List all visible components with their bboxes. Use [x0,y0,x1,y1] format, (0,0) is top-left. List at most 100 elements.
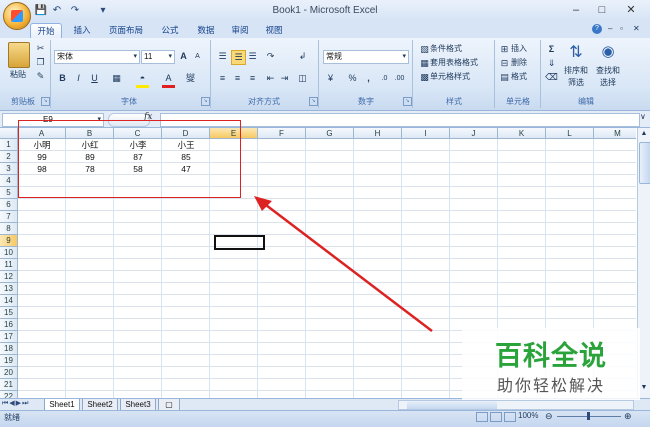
currency-icon[interactable]: ¥ [324,72,337,85]
row-header-13[interactable]: 13 [0,283,18,295]
horizontal-scrollbar[interactable] [398,400,634,410]
border-icon[interactable]: ▦ [110,72,123,85]
row-header-17[interactable]: 17 [0,331,18,343]
paste-button[interactable]: 粘贴 [4,68,32,82]
align-middle-icon[interactable]: ☰ [231,50,246,65]
row-header-16[interactable]: 16 [0,319,18,331]
cell-styles-button[interactable]: 单元格样式 [430,70,470,84]
page-layout-view-icon[interactable] [490,412,502,422]
scroll-thumb[interactable] [639,142,650,184]
shrink-font-button[interactable]: A [191,50,204,63]
number-format-select[interactable]: 常规 ▾ [323,50,409,64]
delete-cells-icon[interactable]: ⊟ [498,57,511,70]
tab-page-layout[interactable]: 页面布局 [104,23,148,38]
row-header-2[interactable]: 2 [0,151,18,163]
row-header-12[interactable]: 12 [0,271,18,283]
align-left-icon[interactable]: ≡ [216,72,229,85]
row-header-14[interactable]: 14 [0,295,18,307]
copy-icon[interactable]: ❐ [34,56,47,69]
page-break-view-icon[interactable] [504,412,516,422]
row-header-19[interactable]: 19 [0,355,18,367]
italic-button[interactable]: I [72,72,85,85]
cut-icon[interactable]: ✂ [34,42,47,55]
align-bottom-icon[interactable]: ☰ [246,50,259,63]
align-center-icon[interactable]: ≡ [231,72,244,85]
close-icon[interactable]: ✕ [620,3,642,17]
percent-button[interactable]: % [346,72,359,85]
row-header-6[interactable]: 6 [0,199,18,211]
bold-button[interactable]: B [56,72,69,85]
grow-font-button[interactable]: A [177,50,190,63]
decrease-decimal-icon[interactable]: .00 [393,72,406,85]
column-header-m[interactable]: M [594,128,636,139]
tab-data[interactable]: 数据 [192,23,220,38]
ribbon-close-icon[interactable]: ✕ [633,24,640,33]
sort-filter-button-line2[interactable]: 筛选 [560,76,592,90]
clipboard-launcher-icon[interactable]: ↘ [41,97,50,106]
office-button[interactable] [3,2,31,30]
paste-icon[interactable] [8,42,30,68]
binoculars-icon[interactable]: ◉ [598,42,618,62]
insert-cells-button[interactable]: 插入 [511,42,527,56]
maximize-icon[interactable]: □ [591,3,613,17]
row-header-22[interactable]: 22 [0,391,18,398]
format-as-table-button[interactable]: 套用表格格式 [430,56,478,70]
column-header-h[interactable]: H [354,128,402,139]
row-header-21[interactable]: 21 [0,379,18,391]
row-header-3[interactable]: 3 [0,163,18,175]
zoom-out-icon[interactable]: ⊖ [545,411,553,422]
clear-icon[interactable]: ⌫ [545,71,558,84]
column-header-f[interactable]: F [258,128,306,139]
conditional-format-button[interactable]: 条件格式 [430,42,462,56]
sort-filter-icon[interactable]: ⇅ [566,42,586,62]
row-header-4[interactable]: 4 [0,175,18,187]
font-launcher-icon[interactable]: ↘ [201,97,210,106]
insert-cells-icon[interactable]: ⊞ [498,43,511,56]
column-header-i[interactable]: I [402,128,450,139]
zoom-in-icon[interactable]: ⊕ [624,411,632,422]
underline-button[interactable]: U [88,72,101,85]
column-header-l[interactable]: L [546,128,594,139]
fill-color-icon[interactable]: ◓ [136,72,149,88]
increase-indent-icon[interactable]: ⇥ [278,72,291,85]
tab-view[interactable]: 视图 [260,23,288,38]
scroll-down-icon[interactable]: ▼ [639,384,649,394]
increase-decimal-icon[interactable]: .0 [378,72,391,85]
fill-icon[interactable]: ⇓ [545,57,558,70]
row-header-5[interactable]: 5 [0,187,18,199]
align-right-icon[interactable]: ≡ [246,72,259,85]
comma-button[interactable]: , [362,72,375,85]
column-header-g[interactable]: G [306,128,354,139]
row-header-15[interactable]: 15 [0,307,18,319]
font-color-button[interactable]: A [162,72,175,88]
format-cells-icon[interactable]: ▤ [498,71,511,84]
scroll-up-icon[interactable]: ▲ [639,130,649,140]
format-painter-icon[interactable]: ✎ [34,70,47,83]
normal-view-icon[interactable] [476,412,488,422]
number-launcher-icon[interactable]: ↘ [403,97,412,106]
row-header-10[interactable]: 10 [0,247,18,259]
sheet-nav-icons[interactable]: ⏮◀▶⏭ [2,399,29,408]
column-header-k[interactable]: K [498,128,546,139]
tab-home[interactable]: 开始 [30,23,62,39]
column-header-j[interactable]: J [450,128,498,139]
row-header-9[interactable]: 9 [0,235,18,247]
alignment-launcher-icon[interactable]: ↘ [309,97,318,106]
merge-center-icon[interactable]: ◫ [296,72,309,85]
orientation-icon[interactable]: ↷ [264,50,277,63]
tab-formulas[interactable]: 公式 [156,23,184,38]
horizontal-scroll-thumb[interactable] [407,401,497,409]
wrap-text-icon[interactable]: ↲ [296,50,309,63]
help-icon[interactable]: ? [592,24,602,34]
row-header-7[interactable]: 7 [0,211,18,223]
delete-cells-button[interactable]: 删除 [511,56,527,70]
autosum-icon[interactable]: Σ [545,43,558,56]
font-size-select[interactable]: 11 ▾ [141,50,175,64]
tab-insert[interactable]: 插入 [68,23,96,38]
tab-review[interactable]: 审阅 [226,23,254,38]
row-header-11[interactable]: 11 [0,259,18,271]
row-header-1[interactable]: 1 [0,139,18,151]
phonetic-button[interactable]: 燮 [184,72,197,85]
row-header-18[interactable]: 18 [0,343,18,355]
minimize-icon[interactable]: – [565,3,587,17]
